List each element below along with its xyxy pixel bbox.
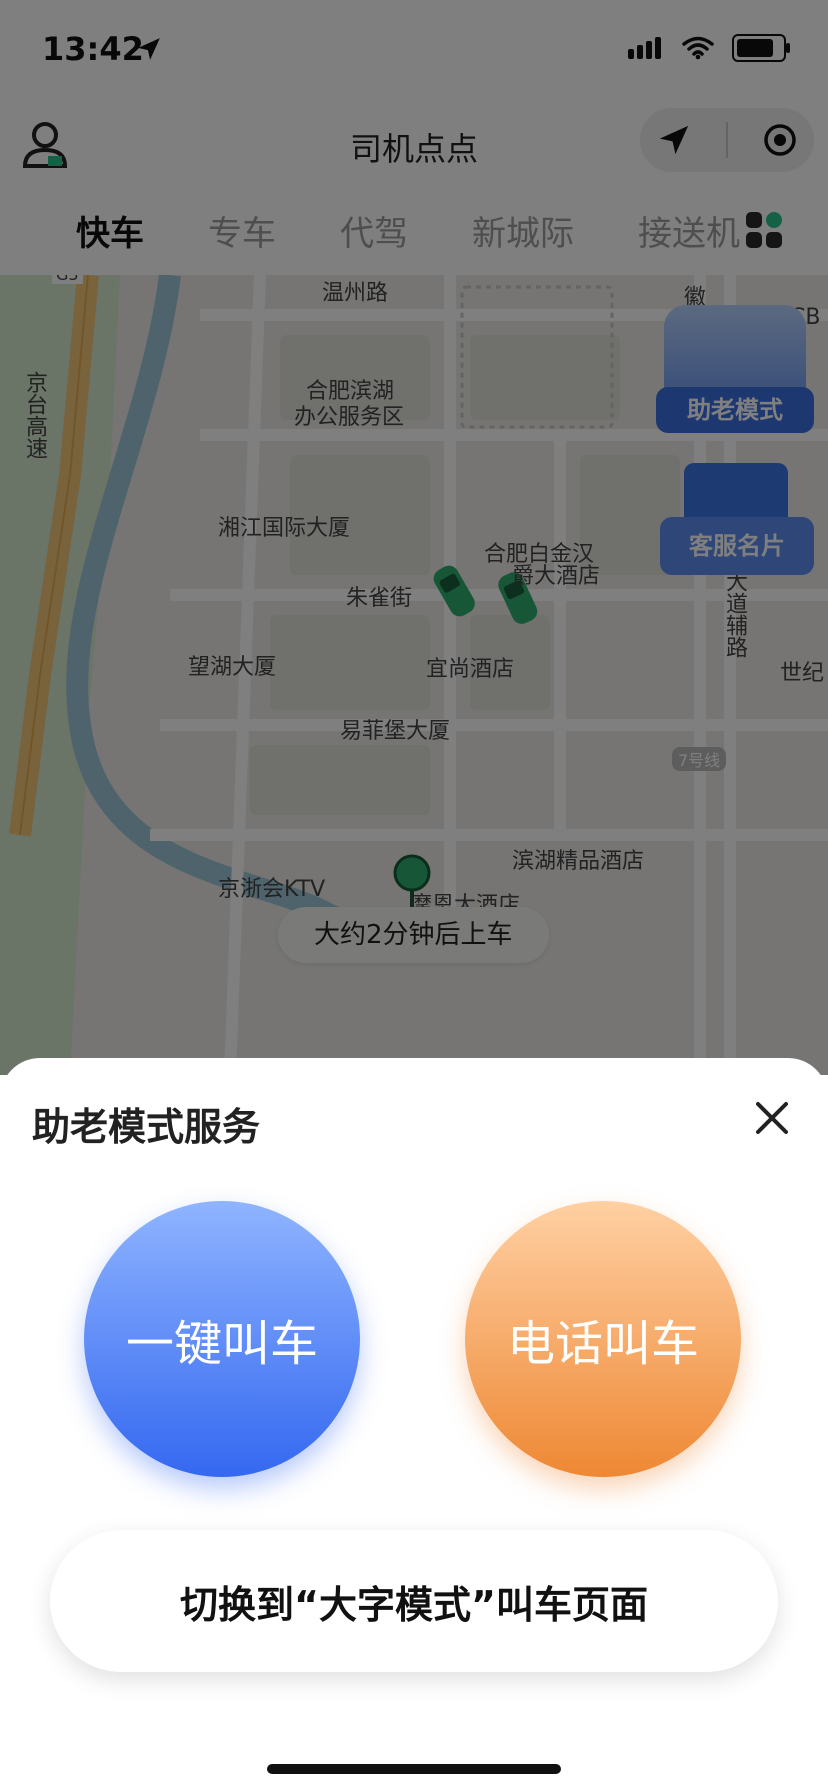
phone-call-button[interactable]: 电话叫车 [465, 1201, 741, 1477]
close-icon[interactable] [754, 1100, 790, 1136]
sheet-title: 助老模式服务 [32, 1105, 261, 1149]
home-indicator[interactable] [267, 1764, 561, 1774]
switch-large-text-label: 切换到“大字模式”叫车页面 [180, 1582, 648, 1627]
one-tap-call-label: 一键叫车 [125, 1316, 318, 1372]
phone-call-label: 电话叫车 [506, 1316, 699, 1372]
one-tap-call-button[interactable]: 一键叫车 [84, 1201, 360, 1477]
elderly-service-sheet: 助老模式服务 一键叫车 电话叫车 切换到“大字模式”叫车页面 [0, 1058, 828, 1792]
dim-overlay[interactable] [0, 0, 828, 1075]
switch-large-text-button[interactable]: 切换到“大字模式”叫车页面 [50, 1530, 778, 1672]
